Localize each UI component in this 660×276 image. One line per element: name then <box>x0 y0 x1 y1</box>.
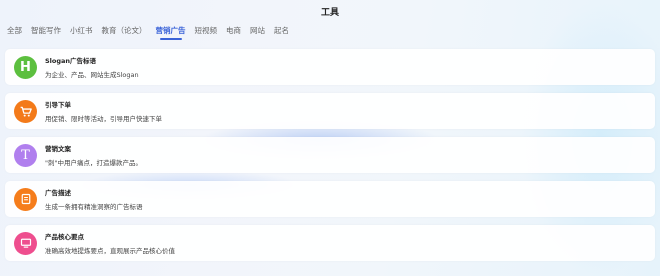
monitor-icon <box>14 231 37 255</box>
tool-card-ad-description[interactable]: 广告描述 生成一条拥有精准洞察的广告标语 <box>5 181 655 217</box>
category-tabs: 全部 智能写作 小红书 教育（论文） 营销广告 短视频 电商 网站 起名 <box>7 26 298 40</box>
text-t-icon: T <box>14 143 37 167</box>
tool-description: 准确高效地提炼要点，直观展示产品核心价值 <box>45 247 175 255</box>
tab-short-video[interactable]: 短视频 <box>195 26 218 40</box>
tool-card-marketing-copy[interactable]: T 营销文案 "刺"中用户痛点，打造爆款产品。 <box>5 137 655 173</box>
tool-title: 引导下单 <box>45 101 71 109</box>
tab-marketing-ads[interactable]: 营销广告 <box>156 26 186 40</box>
tab-smart-writing[interactable]: 智能写作 <box>31 26 61 40</box>
letter-h-icon: H <box>14 55 37 79</box>
tool-list: H Slogan广告标语 为企业、产品、网站生成Slogan 引导下单 用促销、… <box>5 49 655 269</box>
tool-description: 为企业、产品、网站生成Slogan <box>45 71 139 79</box>
tool-title: 营销文案 <box>45 145 71 153</box>
tool-title: 广告描述 <box>45 189 71 197</box>
tool-description: 用促销、限时等活动，引导用户快速下单 <box>45 115 162 123</box>
tool-title: 产品核心要点 <box>45 233 84 241</box>
document-icon <box>14 187 37 211</box>
tool-card-guide-order[interactable]: 引导下单 用促销、限时等活动，引导用户快速下单 <box>5 93 655 129</box>
tab-xiaohongshu[interactable]: 小红书 <box>70 26 93 40</box>
tab-ecommerce[interactable]: 电商 <box>226 26 241 40</box>
tool-description: "刺"中用户痛点，打造爆款产品。 <box>45 159 142 167</box>
tab-education[interactable]: 教育（论文） <box>102 26 147 40</box>
cart-icon <box>14 99 37 123</box>
page-title: 工具 <box>320 8 339 18</box>
tab-all[interactable]: 全部 <box>7 26 22 40</box>
tool-description: 生成一条拥有精准洞察的广告标语 <box>45 203 143 211</box>
tool-card-product-points[interactable]: 产品核心要点 准确高效地提炼要点，直观展示产品核心价值 <box>5 225 655 261</box>
tool-card-slogan[interactable]: H Slogan广告标语 为企业、产品、网站生成Slogan <box>5 49 655 85</box>
tab-naming[interactable]: 起名 <box>274 26 289 40</box>
tab-website[interactable]: 网站 <box>250 26 265 40</box>
tool-title: Slogan广告标语 <box>45 57 97 65</box>
